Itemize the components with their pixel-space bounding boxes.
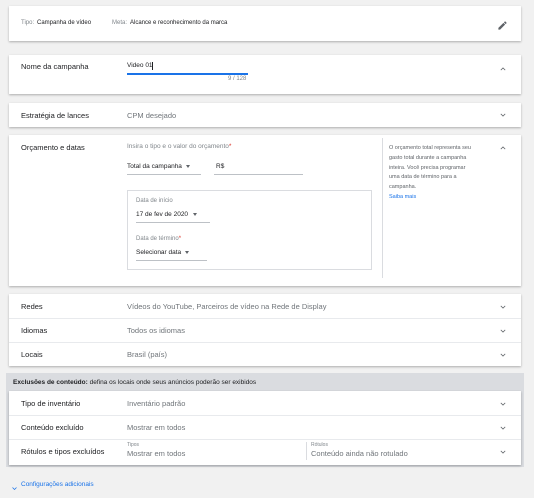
excluded-content-label: Conteúdo excluído	[21, 423, 84, 432]
help-line: gasto total durante a campanha	[389, 154, 467, 161]
languages-value: Todos os idiomas	[127, 326, 185, 335]
start-date-label: Data de início	[136, 198, 173, 204]
campaign-name-label: Nome da campanha	[21, 62, 89, 71]
settings-row-locations[interactable]: Locais Brasil (país)	[9, 342, 521, 366]
budget-type-underline	[127, 174, 201, 175]
chevron-down-icon[interactable]	[498, 399, 508, 409]
labels-caption: Rótulos	[311, 442, 328, 448]
chevron-down-icon[interactable]	[498, 326, 508, 336]
start-date-value: 17 de fev de 2020	[136, 211, 189, 218]
settings-row-languages[interactable]: Idiomas Todos os idiomas	[9, 318, 521, 343]
exclusions-rows-card: Tipo de inventário Inventário padrão Con…	[9, 391, 521, 465]
exclusion-row-labels-types[interactable]: Rótulos e tipos excluídos Tipos Mostrar …	[9, 439, 521, 465]
edit-icon[interactable]	[497, 18, 508, 30]
languages-label: Idiomas	[21, 326, 48, 335]
budget-type-value: Total da campanha	[127, 163, 182, 170]
content-exclusions-title-rest: defina os locais onde seus anúncios pode…	[87, 379, 257, 386]
labels-types-label: Rótulos e tipos excluídos	[21, 447, 105, 456]
help-line: O orçamento total representa seu	[389, 145, 471, 151]
chevron-down-icon[interactable]	[498, 447, 508, 457]
end-date-value: Selecionar data	[136, 249, 182, 256]
chevron-down-icon[interactable]	[498, 110, 508, 120]
settings-rows-card: Redes Vídeos do YouTube, Parceiros de ví…	[9, 294, 521, 366]
chevron-up-icon[interactable]	[498, 143, 508, 153]
dropdown-arrow-icon	[184, 250, 189, 254]
content-exclusions-title-bold: Exclusões de conteúdo:	[13, 379, 88, 386]
chevron-down-icon[interactable]	[498, 350, 508, 360]
exclusion-row-inventory[interactable]: Tipo de inventário Inventário padrão	[9, 391, 521, 416]
dropdown-arrow-icon	[185, 164, 190, 168]
budget-hint-text: Insira o tipo e o valor do orçamento	[127, 143, 229, 150]
help-line: campanha.	[389, 184, 417, 191]
end-date-label-text: Data de término	[136, 236, 179, 242]
content-exclusions-title: Exclusões de conteúdo: defina os locais …	[13, 379, 256, 386]
types-caption: Tipos	[127, 442, 140, 448]
locations-label: Locais	[21, 350, 43, 359]
start-date-underline	[136, 222, 210, 223]
campaign-name-input[interactable]: Video 01	[127, 62, 153, 69]
budget-dates-card: Orçamento e datas Insira o tipo e o valo…	[9, 135, 521, 286]
text-cursor	[152, 62, 153, 70]
required-mark: *	[228, 143, 232, 150]
exclusion-row-excluded-content[interactable]: Conteúdo excluído Mostrar em todos	[9, 415, 521, 440]
inventory-type-value: Inventário padrão	[127, 399, 186, 408]
chevron-down-icon[interactable]	[498, 302, 508, 312]
bidding-strategy-label: Estratégia de lances	[21, 111, 89, 120]
goal-value: Alcance e reconhecimento da marca	[130, 20, 228, 26]
budget-dates-label: Orçamento e datas	[21, 143, 85, 152]
help-line: inteira. Você precisa programar	[389, 164, 466, 171]
type-value: Campanha de vídeo	[37, 20, 92, 26]
budget-help-text: O orçamento total representa seu gasto t…	[389, 144, 471, 203]
dropdown-arrow-icon	[193, 212, 198, 216]
chevron-up-icon[interactable]	[498, 64, 508, 74]
budget-hint: Insira o tipo e o valor do orçamento*	[127, 143, 231, 150]
labels-value: Conteúdo ainda não rotulado	[311, 449, 408, 458]
budget-amount-input[interactable]: R$	[216, 163, 224, 170]
campaign-summary-card: Tipo: Campanha de vídeo Meta: Alcance e …	[9, 6, 521, 41]
learn-more-link[interactable]: Saiba mais	[389, 193, 471, 203]
campaign-name-underline	[127, 73, 248, 75]
settings-row-networks[interactable]: Redes Vídeos do YouTube, Parceiros de ví…	[9, 294, 521, 319]
bidding-strategy-card[interactable]: Estratégia de lances CPM desejado	[9, 103, 521, 127]
required-mark: *	[178, 236, 182, 242]
bidding-strategy-value: CPM desejado	[127, 111, 177, 120]
labels-divider	[306, 442, 307, 460]
end-date-underline	[136, 260, 207, 261]
character-counter: 9 / 128	[228, 76, 247, 82]
end-date-label: Data de término*	[136, 236, 181, 242]
content-exclusions-section: Exclusões de conteúdo: defina os locais …	[6, 373, 524, 467]
locations-value: Brasil (país)	[127, 350, 168, 359]
end-date-select[interactable]: Selecionar data	[136, 249, 189, 256]
chevron-down-icon[interactable]	[498, 423, 508, 433]
budget-help-panel	[382, 138, 383, 278]
help-line: uma data de término para a	[389, 174, 457, 181]
networks-value: Vídeos do YouTube, Parceiros de vídeo na…	[127, 302, 327, 311]
inventory-type-label: Tipo de inventário	[21, 399, 81, 408]
excluded-content-value: Mostrar em todos	[127, 423, 186, 432]
goal-label: Meta:	[112, 20, 128, 26]
types-value: Mostrar em todos	[127, 449, 186, 458]
budget-amount-underline	[214, 174, 303, 175]
budget-type-select[interactable]: Total da campanha	[127, 163, 190, 170]
networks-label: Redes	[21, 302, 43, 311]
campaign-name-card: Nome da campanha Video 01 9 / 128	[9, 55, 521, 94]
start-date-select[interactable]: 17 de fev de 2020	[136, 211, 198, 218]
type-label: Tipo:	[21, 20, 35, 26]
expand-chevron-icon	[10, 480, 19, 490]
additional-settings-label: Configurações adicionais	[21, 481, 94, 488]
